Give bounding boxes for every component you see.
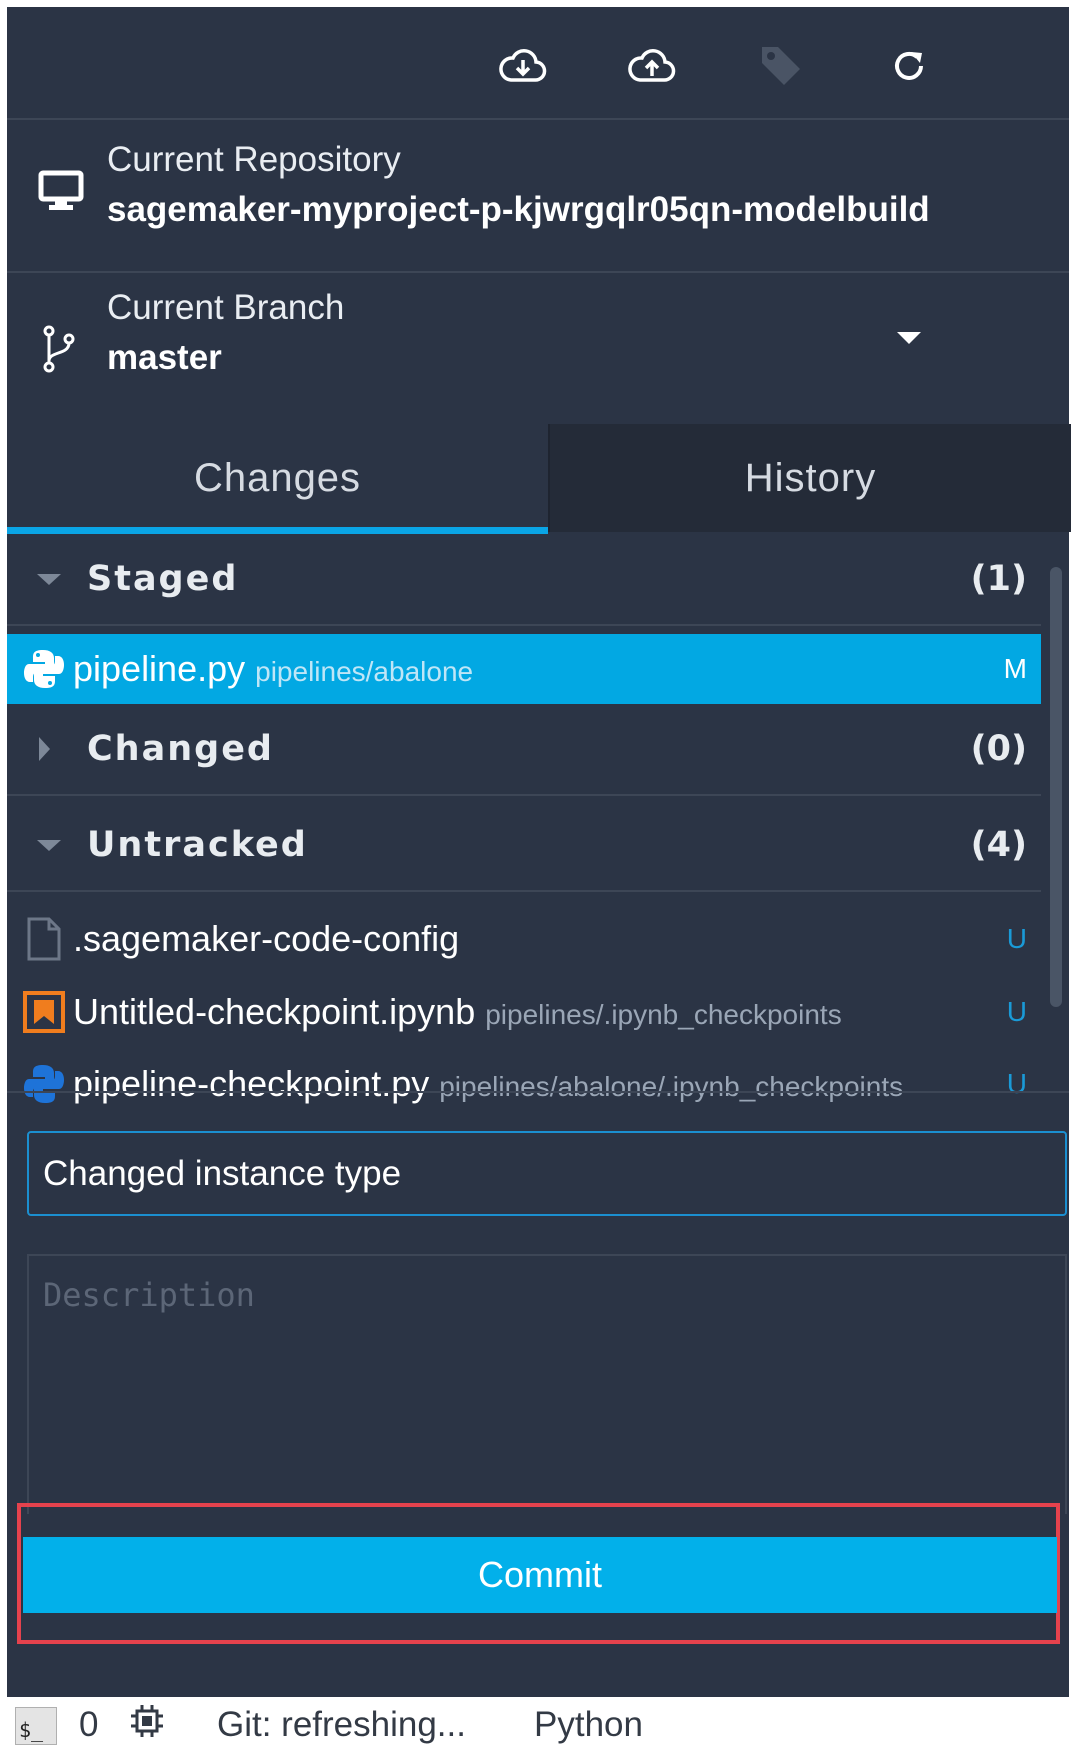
file-icon [21, 916, 67, 962]
file-path: pipelines/abalone/.ipynb_checkpoints [439, 1071, 904, 1102]
cloud-upload-icon[interactable] [626, 40, 678, 92]
tab-bar: Changes History [7, 424, 1071, 532]
section-title: Untracked [87, 825, 308, 865]
divider [7, 1091, 1069, 1093]
cpu-chip-icon [129, 1703, 165, 1751]
file-name-text: .sagemaker-code-config [73, 918, 460, 959]
file-name: pipeline.py pipelines/abalone [73, 634, 473, 704]
repository-label: Current Repository [107, 140, 401, 179]
refresh-icon[interactable] [883, 40, 935, 92]
file-list-scrollbar[interactable] [1050, 567, 1062, 1007]
file-name-text: pipeline-checkpoint.py [73, 1063, 430, 1104]
kernel-name[interactable]: Python [534, 1697, 643, 1745]
repository-name: sagemaker-myproject-p-kjwrgqlr05qn-model… [107, 190, 930, 229]
notebook-icon [21, 989, 67, 1035]
file-name: pipeline-checkpoint.py pipelines/abalone/… [73, 1049, 903, 1119]
file-row-pipeline-checkpoint[interactable]: pipeline-checkpoint.py pipelines/abalone/… [7, 1049, 1041, 1119]
current-repository[interactable]: Current Repository sagemaker-myproject-p… [7, 120, 1069, 273]
file-name: Untitled-checkpoint.ipynb pipelines/.ipyn… [73, 977, 842, 1047]
python-icon [21, 646, 67, 692]
commit-summary-input[interactable] [27, 1131, 1067, 1216]
section-count: (0) [970, 729, 1027, 769]
tab-changes[interactable]: Changes [7, 424, 548, 532]
file-status-badge: U [1006, 996, 1027, 1027]
file-path: pipelines/abalone [255, 656, 474, 687]
git-toolbar [7, 7, 1069, 120]
file-status-badge: M [1003, 653, 1027, 684]
section-staged[interactable]: Staged (1) [7, 534, 1041, 626]
tab-history[interactable]: History [548, 424, 1071, 532]
branch-label: Current Branch [107, 288, 345, 327]
file-row-sagemaker-code-config[interactable]: .sagemaker-code-config U [7, 904, 1041, 974]
caret-right-icon [37, 704, 51, 794]
terminal-icon[interactable]: $_ [15, 1707, 57, 1745]
desktop-icon [35, 165, 87, 217]
python-icon [21, 1061, 67, 1107]
file-row-untitled-checkpoint[interactable]: Untitled-checkpoint.ipynb pipelines/.ipyn… [7, 977, 1041, 1047]
active-tab-indicator [7, 527, 548, 534]
section-count: (4) [970, 825, 1027, 865]
commit-button[interactable]: Commit [23, 1537, 1057, 1613]
status-bar: $_ 0 Git: refreshing... Python [7, 1697, 1069, 1745]
file-row-pipeline-py[interactable]: pipeline.py pipelines/abalone M [7, 634, 1041, 704]
file-path: pipelines/.ipynb_checkpoints [485, 999, 842, 1030]
file-name-text: Untitled-checkpoint.ipynb [73, 991, 476, 1032]
section-title: Changed [87, 729, 274, 769]
branch-name: master [107, 338, 222, 377]
section-count: (1) [970, 559, 1027, 599]
git-branch-icon [35, 323, 87, 375]
file-status-badge: U [1006, 923, 1027, 954]
section-untracked[interactable]: Untracked (4) [7, 800, 1041, 892]
git-status-text[interactable]: Git: refreshing... [217, 1697, 466, 1745]
status-count[interactable]: 0 [79, 1697, 98, 1745]
caret-down-icon [37, 800, 61, 890]
commit-description-field[interactable] [27, 1254, 1067, 1514]
caret-down-icon [37, 534, 61, 624]
file-name: .sagemaker-code-config [73, 904, 459, 974]
tag-icon [755, 40, 807, 92]
section-changed[interactable]: Changed (0) [7, 704, 1041, 796]
file-name-text: pipeline.py [73, 648, 246, 689]
git-panel: Current Repository sagemaker-myproject-p… [7, 7, 1071, 1697]
chevron-down-icon[interactable] [895, 329, 923, 352]
file-status-badge: U [1006, 1068, 1027, 1099]
section-title: Staged [87, 559, 239, 599]
current-branch[interactable]: Current Branch master [7, 273, 1069, 426]
cloud-download-icon[interactable] [497, 40, 549, 92]
